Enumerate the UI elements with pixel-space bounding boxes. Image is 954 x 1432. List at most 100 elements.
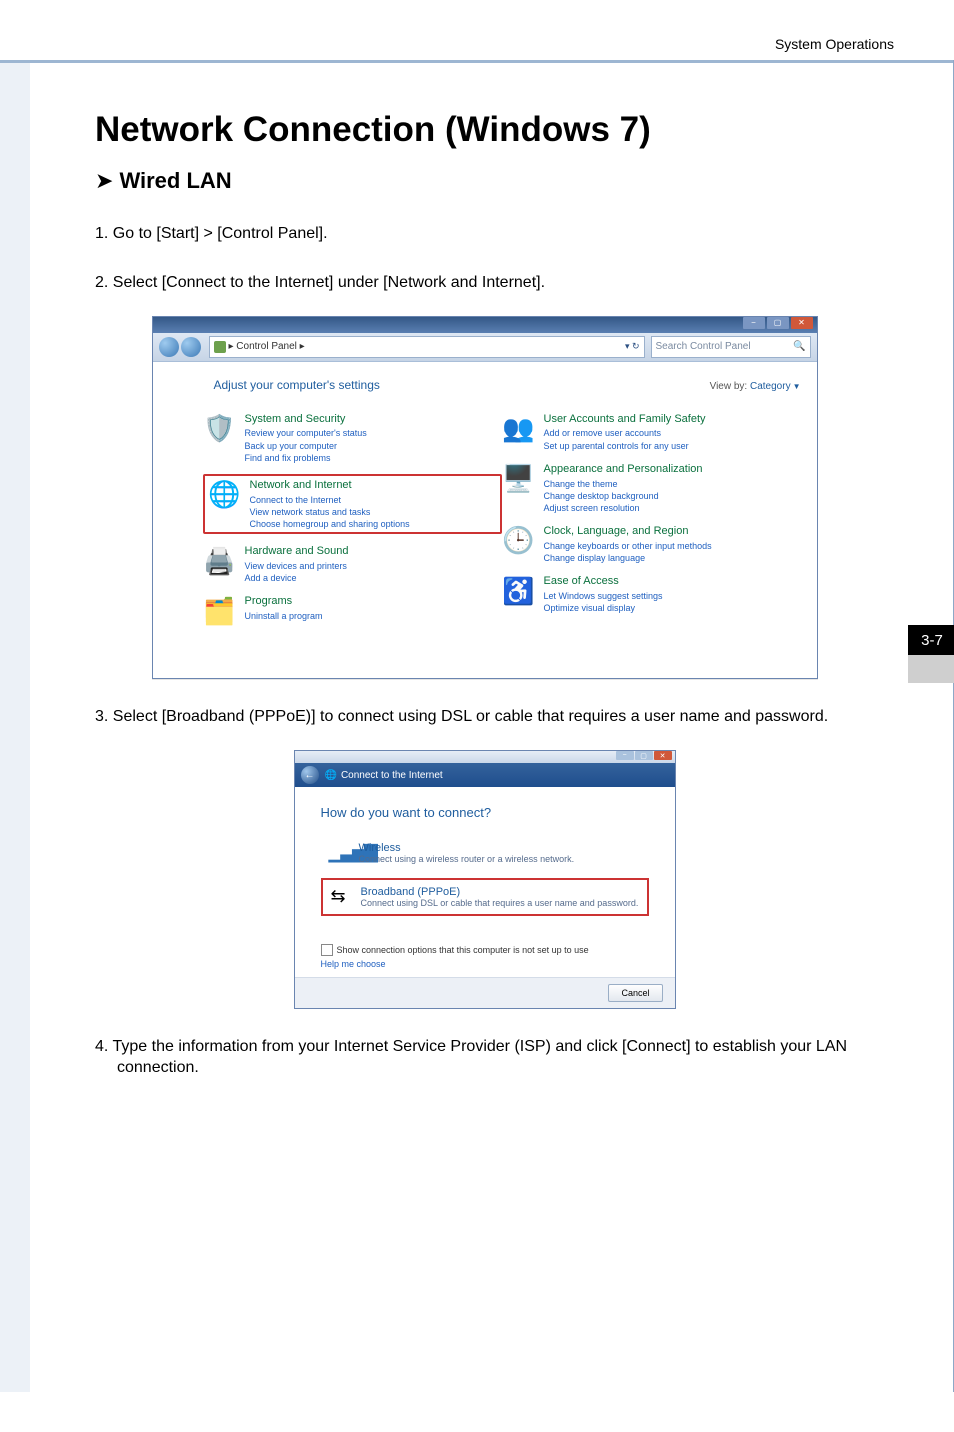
wireless-signal-icon: ▁▃▅▇	[329, 842, 353, 863]
cat-title[interactable]: Programs	[245, 594, 323, 609]
breadcrumb-text: ▸ Control Panel ▸	[229, 341, 305, 352]
minimize-button[interactable]: −	[743, 317, 765, 329]
sub-link[interactable]: Adjust screen resolution	[544, 502, 703, 514]
forward-button[interactable]	[181, 337, 201, 357]
main-content: Network Connection (Windows 7) ➤ Wired L…	[95, 110, 874, 1079]
sub-link[interactable]: Choose homegroup and sharing options	[250, 518, 410, 530]
option-desc: Connect using a wireless router or a wir…	[359, 854, 575, 864]
sub-link[interactable]: Change keyboards or other input methods	[544, 540, 712, 552]
cat-network-internet: 🌐 Network and Internet Connect to the In…	[203, 474, 502, 534]
maximize-button[interactable]: ▢	[767, 317, 789, 329]
option-broadband-pppoe[interactable]: ⇆ Broadband (PPPoE) Connect using DSL or…	[321, 878, 649, 916]
section-heading-row: ➤ Wired LAN	[95, 168, 874, 194]
explorer-navbar: ▸ Control Panel ▸ ▾ ↻ Search Control Pan…	[153, 333, 817, 362]
option-title: Wireless	[359, 842, 575, 854]
ease-of-access-icon: ♿	[502, 574, 536, 608]
document-page: System Operations Network Connection (Wi…	[0, 0, 954, 1432]
sub-link[interactable]: Uninstall a program	[245, 610, 323, 622]
control-panel-body: Adjust your computer's settings View by:…	[153, 362, 817, 679]
right-column: 👥 User Accounts and Family Safety Add or…	[502, 412, 801, 639]
globe-icon: 🌐	[208, 478, 242, 512]
cat-appearance: 🖥️ Appearance and Personalization Change…	[502, 462, 801, 514]
sub-link[interactable]: View network status and tasks	[250, 506, 410, 518]
step-4-text: 4. Type the information from your Intern…	[95, 1037, 874, 1079]
dialog-footer: Cancel	[295, 977, 675, 1008]
breadcrumb-bar[interactable]: ▸ Control Panel ▸ ▾ ↻	[209, 336, 645, 358]
sub-link[interactable]: Change display language	[544, 552, 712, 564]
search-input[interactable]: Search Control Panel 🔍	[651, 336, 811, 358]
dialog-navbar: ← 🌐 Connect to the Internet	[295, 763, 675, 787]
control-panel-window: − ▢ ✕ ▸ Control Panel ▸ ▾ ↻ Search Contr…	[152, 316, 818, 680]
dialog-question: How do you want to connect?	[321, 805, 649, 820]
sub-link[interactable]: Find and fix problems	[245, 452, 367, 464]
cat-title[interactable]: System and Security	[245, 412, 367, 427]
adjust-settings-label: Adjust your computer's settings	[214, 378, 380, 392]
sub-link[interactable]: Set up parental controls for any user	[544, 440, 706, 452]
chevron-down-icon[interactable]: ▼	[793, 382, 801, 391]
cat-user-accounts: 👥 User Accounts and Family Safety Add or…	[502, 412, 801, 452]
cat-title[interactable]: Appearance and Personalization	[544, 462, 703, 477]
show-options-label: Show connection options that this comput…	[337, 945, 589, 955]
sub-link[interactable]: View devices and printers	[245, 560, 349, 572]
broadband-icon: ⇆	[331, 886, 355, 907]
page-number-badge: 3-7	[908, 625, 954, 655]
sub-link[interactable]: Back up your computer	[245, 440, 367, 452]
sub-link[interactable]: Review your computer's status	[245, 427, 367, 439]
help-me-choose-link[interactable]: Help me choose	[321, 959, 649, 969]
view-by-value[interactable]: Category	[750, 381, 791, 392]
close-button[interactable]: ✕	[791, 317, 813, 329]
close-button[interactable]: ✕	[654, 751, 672, 760]
option-title: Broadband (PPPoE)	[361, 886, 639, 898]
search-icon: 🔍	[793, 341, 805, 352]
sub-link[interactable]: Let Windows suggest settings	[544, 590, 663, 602]
step-1-text: 1. Go to [Start] > [Control Panel].	[95, 224, 874, 245]
connect-to-internet-link[interactable]: Connect to the Internet	[250, 494, 410, 506]
view-by-label: View by:	[710, 381, 748, 392]
cat-title[interactable]: Clock, Language, and Region	[544, 524, 712, 539]
dialog-nav-title: Connect to the Internet	[341, 770, 443, 781]
sub-link[interactable]: Change desktop background	[544, 490, 703, 502]
cat-clock-lang: 🕒 Clock, Language, and Region Change key…	[502, 524, 801, 564]
maximize-button[interactable]: ▢	[635, 751, 653, 760]
adjust-settings-row: Adjust your computer's settings View by:…	[203, 378, 801, 392]
programs-icon: 🗂️	[203, 594, 237, 628]
section-heading: Wired LAN	[119, 168, 231, 194]
clock-region-icon: 🕒	[502, 524, 536, 558]
cat-hardware-sound: 🖨️ Hardware and Sound View devices and p…	[203, 544, 502, 584]
option-wireless[interactable]: ▁▃▅▇ Wireless Connect using a wireless r…	[321, 836, 649, 870]
category-columns: 🛡️ System and Security Review your compu…	[203, 412, 801, 639]
page-title: Network Connection (Windows 7)	[95, 110, 874, 150]
back-button[interactable]: ←	[301, 766, 319, 784]
cat-title[interactable]: Network and Internet	[250, 478, 410, 493]
appearance-icon: 🖥️	[502, 462, 536, 496]
connect-internet-dialog: − ▢ ✕ ← 🌐 Connect to the Internet How do…	[294, 750, 676, 1009]
step-3-text: 3. Select [Broadband (PPPoE)] to connect…	[95, 707, 874, 728]
internet-icon: 🌐	[325, 770, 337, 781]
sub-link[interactable]: Add or remove user accounts	[544, 427, 706, 439]
cat-ease-of-access: ♿ Ease of Access Let Windows suggest set…	[502, 574, 801, 614]
running-header: System Operations	[775, 36, 894, 52]
cat-system-security: 🛡️ System and Security Review your compu…	[203, 412, 502, 464]
cat-title[interactable]: Ease of Access	[544, 574, 663, 589]
cat-programs: 🗂️ Programs Uninstall a program	[203, 594, 502, 628]
dialog-body: How do you want to connect? ▁▃▅▇ Wireles…	[295, 787, 675, 977]
printer-icon: 🖨️	[203, 544, 237, 578]
cat-title[interactable]: Hardware and Sound	[245, 544, 349, 559]
show-options-checkbox[interactable]	[321, 944, 333, 956]
cancel-button[interactable]: Cancel	[608, 984, 662, 1002]
triangle-icon: ➤	[95, 168, 113, 194]
left-column: 🛡️ System and Security Review your compu…	[203, 412, 502, 639]
minimize-button[interactable]: −	[616, 751, 634, 760]
window-titlebar: − ▢ ✕	[153, 317, 817, 333]
sub-link[interactable]: Change the theme	[544, 478, 703, 490]
back-button[interactable]	[159, 337, 179, 357]
search-placeholder: Search Control Panel	[656, 341, 751, 352]
sub-link[interactable]: Add a device	[245, 572, 349, 584]
show-options-row: Show connection options that this comput…	[321, 944, 649, 956]
option-desc: Connect using DSL or cable that requires…	[361, 898, 639, 908]
control-panel-icon	[214, 341, 226, 353]
page-number-shadow	[908, 655, 954, 683]
dialog-titlebar: − ▢ ✕	[295, 751, 675, 763]
sub-link[interactable]: Optimize visual display	[544, 602, 663, 614]
cat-title[interactable]: User Accounts and Family Safety	[544, 412, 706, 427]
